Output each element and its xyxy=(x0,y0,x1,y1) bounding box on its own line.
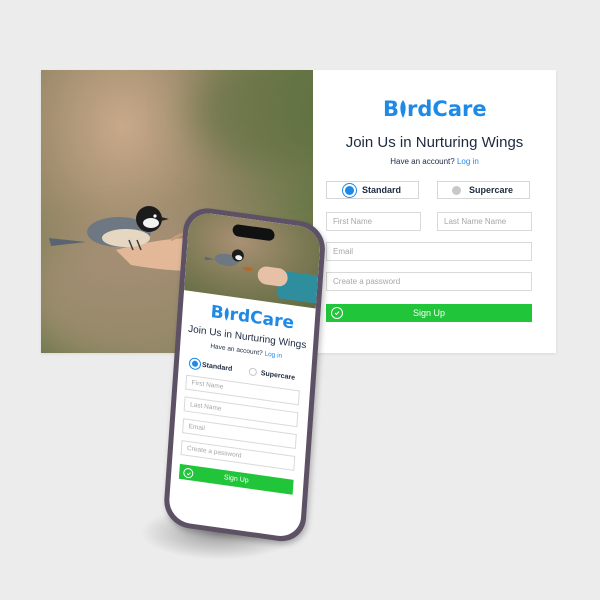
mobile-bird-photo xyxy=(184,210,322,309)
plan-option-label: Standard xyxy=(362,185,402,195)
radio-unselected-icon xyxy=(452,185,461,195)
first-name-field[interactable]: First Name xyxy=(326,212,421,231)
radio-unselected-icon xyxy=(248,367,258,377)
logo-text: rdCare xyxy=(228,304,295,334)
plan-option-standard[interactable]: Standard xyxy=(326,181,419,199)
check-circle-icon xyxy=(331,307,343,319)
brand-logo: B rdCare xyxy=(383,97,487,121)
have-account-text: Have an account? xyxy=(390,157,455,166)
logo-text: rdCare xyxy=(407,97,487,121)
check-circle-icon xyxy=(182,467,194,479)
have-account-text: Have an account? xyxy=(210,342,263,358)
phone-screen: B rdCare Join Us in Nurturing Wings Have… xyxy=(167,210,322,539)
signup-button[interactable]: Sign Up xyxy=(326,304,532,322)
logo-letter-b: B xyxy=(383,97,400,121)
page-title: Join Us in Nurturing Wings xyxy=(345,134,524,151)
last-name-field[interactable]: Last Name Name xyxy=(437,212,532,231)
plan-option-label: Supercare xyxy=(469,185,514,195)
signup-form-panel: B rdCare Join Us in Nurturing Wings Have… xyxy=(313,70,556,353)
feather-icon xyxy=(399,97,407,121)
mobile-login-link[interactable]: Log in xyxy=(264,350,282,359)
signup-button-label: Sign Up xyxy=(223,474,249,485)
mobile-chickadee-illustration xyxy=(204,249,253,272)
login-prompt: Have an account? Log in xyxy=(313,157,556,166)
plan-option-label: Standard xyxy=(201,361,233,373)
radio-selected-icon xyxy=(191,360,199,368)
password-field[interactable]: Create a password xyxy=(326,272,532,291)
plan-option-label: Supercare xyxy=(260,369,296,382)
radio-selected-icon xyxy=(345,185,354,195)
plan-option-supercare[interactable]: Supercare xyxy=(437,181,530,199)
mobile-plan-option-standard[interactable]: Standard xyxy=(186,355,240,377)
signup-button-label: Sign Up xyxy=(412,308,446,318)
email-field[interactable]: Email xyxy=(326,242,532,261)
phone-mockup: B rdCare Join Us in Nurturing Wings Have… xyxy=(162,205,327,545)
login-link[interactable]: Log in xyxy=(457,157,479,166)
mobile-plan-option-supercare[interactable]: Supercare xyxy=(244,363,304,386)
